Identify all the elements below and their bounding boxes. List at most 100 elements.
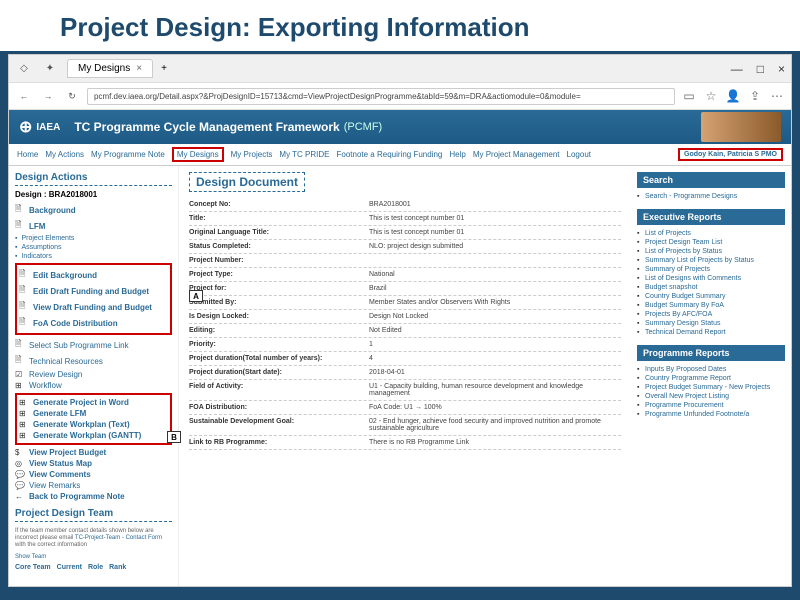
nav-footnote[interactable]: Footnote a Requiring Funding	[337, 150, 443, 159]
team-contact-link[interactable]: TC-Project-Team - Contact Form	[75, 535, 162, 541]
action-workflow[interactable]: ⊞Workflow	[15, 380, 172, 391]
main-nav: Home My Actions My Programme Note My Des…	[9, 144, 791, 166]
user-display: Godoy Kain, Patricia S PMO	[678, 148, 783, 161]
field-value: Not Edited	[369, 327, 621, 334]
action-edit-background[interactable]: 🗎Edit Background	[19, 267, 168, 283]
refresh-icon[interactable]: ↻	[63, 87, 81, 105]
tab-role[interactable]: Role	[88, 564, 103, 571]
action-tech-resources[interactable]: 🗎Technical Resources	[15, 353, 172, 369]
back-icon[interactable]: ←	[15, 87, 33, 105]
nav-help[interactable]: Help	[449, 150, 465, 159]
nav-programme-note[interactable]: My Programme Note	[91, 150, 165, 159]
field-value: Design Not Locked	[369, 313, 621, 320]
report-link[interactable]: Country Programme Report	[637, 374, 785, 383]
report-link[interactable]: Programme Procurement	[637, 401, 785, 410]
report-link[interactable]: List of Projects by Status	[637, 247, 785, 256]
maximize-icon[interactable]: □	[757, 62, 764, 76]
search-head: Search	[637, 172, 785, 188]
sub-assumptions[interactable]: ▪ Assumptions	[15, 243, 172, 252]
field-row: Original Language Title:This is test con…	[189, 226, 621, 240]
field-value: Member States and/or Observers With Righ…	[369, 299, 621, 306]
action-edit-funding[interactable]: 🗎Edit Draft Funding and Budget	[19, 283, 168, 299]
favorite-icon[interactable]: ☆	[703, 89, 719, 103]
action-view-funding[interactable]: 🗎View Draft Funding and Budget	[19, 299, 168, 315]
report-link[interactable]: Programme Unfunded Footnote/a	[637, 410, 785, 419]
action-view-budget[interactable]: $View Project Budget	[15, 447, 172, 458]
action-status-map[interactable]: ◎View Status Map	[15, 458, 172, 469]
report-link[interactable]: Technical Demand Report	[637, 328, 785, 337]
report-link[interactable]: Inputs By Proposed Dates	[637, 365, 785, 374]
report-link[interactable]: Search - Programme Designs	[637, 192, 785, 201]
report-link[interactable]: Project Design Team List	[637, 238, 785, 247]
action-lfm[interactable]: 🗎LFM	[15, 218, 172, 234]
field-value: NLO: project design submitted	[369, 243, 621, 250]
close-window-icon[interactable]: ×	[778, 62, 785, 76]
sub-project-elements[interactable]: ▪ Project Elements	[15, 234, 172, 243]
tab-current[interactable]: Current	[57, 564, 82, 571]
report-link[interactable]: Overall New Project Listing	[637, 392, 785, 401]
search-list: Search - Programme Designs	[637, 192, 785, 201]
field-value: 2018-04-01	[369, 369, 621, 376]
close-icon[interactable]: ×	[136, 63, 142, 74]
prog-reports-head: Programme Reports	[637, 345, 785, 361]
field-label: Editing:	[189, 327, 369, 334]
report-link[interactable]: Summary Design Status	[637, 319, 785, 328]
action-view-remarks[interactable]: 💬View Remarks	[15, 480, 172, 491]
report-link[interactable]: Country Budget Summary	[637, 292, 785, 301]
people-icon[interactable]: 👤	[725, 89, 741, 103]
action-review-design[interactable]: ☑Review Design	[15, 369, 172, 380]
field-row: Link to RB Programme:There is no RB Prog…	[189, 436, 621, 450]
nav-home[interactable]: Home	[17, 150, 38, 159]
show-team-link[interactable]: Show Team	[15, 554, 172, 560]
forward-icon[interactable]: →	[39, 87, 57, 105]
action-view-comments[interactable]: 💬View Comments	[15, 469, 172, 480]
action-sub-programme[interactable]: 🗎Select Sub Programme Link	[15, 337, 172, 353]
report-link[interactable]: List of Designs with Comments	[637, 274, 785, 283]
tab-core-team[interactable]: Core Team	[15, 564, 51, 571]
new-tab-icon[interactable]: ✦	[41, 60, 59, 78]
report-link[interactable]: Projects By AFC/FOA	[637, 310, 785, 319]
report-link[interactable]: Summary of Projects	[637, 265, 785, 274]
report-link[interactable]: Budget snapshot	[637, 283, 785, 292]
minimize-icon[interactable]: —	[731, 62, 743, 76]
action-gen-workplan-gantt[interactable]: ⊞Generate Workplan (GANTT)	[19, 430, 168, 441]
marker-b: B	[167, 431, 181, 443]
highlight-group-a: 🗎Edit Background 🗎Edit Draft Funding and…	[15, 263, 172, 335]
report-link[interactable]: Summary List of Projects by Status	[637, 256, 785, 265]
report-link[interactable]: Project Budget Summary - New Projects	[637, 383, 785, 392]
action-gen-word[interactable]: ⊞Generate Project in Word	[19, 397, 168, 408]
report-link[interactable]: List of Projects	[637, 229, 785, 238]
browser-frame: ◇ ✦ My Designs × + — □ × ← → ↻ pcmf.dev.…	[8, 54, 792, 587]
action-background[interactable]: 🗎Background	[15, 202, 172, 218]
nav-logout[interactable]: Logout	[567, 150, 591, 159]
nav-my-actions[interactable]: My Actions	[45, 150, 84, 159]
action-foa-dist[interactable]: 🗎FoA Code Distribution	[19, 315, 168, 331]
highlight-group-b: ⊞Generate Project in Word ⊞Generate LFM …	[15, 393, 172, 445]
nav-my-projects[interactable]: My Projects	[231, 150, 273, 159]
report-link[interactable]: Budget Summary By FoA	[637, 301, 785, 310]
new-tab-button[interactable]: +	[161, 63, 167, 74]
share-icon[interactable]: ⇪	[747, 89, 763, 103]
design-document-head: Design Document	[189, 172, 305, 192]
browser-tab[interactable]: My Designs ×	[67, 59, 153, 78]
main-content: Design Document Concept No:BRA2018001Tit…	[179, 166, 631, 586]
reader-icon[interactable]: ▭	[681, 89, 697, 103]
field-row: FOA Distribution:FoA Code: U1 → 100%	[189, 401, 621, 415]
nav-tc-pride[interactable]: My TC PRIDE	[279, 150, 329, 159]
field-label: Original Language Title:	[189, 229, 369, 236]
prog-reports-list: Inputs By Proposed DatesCountry Programm…	[637, 365, 785, 419]
field-label: Submitted By:	[189, 299, 369, 306]
nav-project-mgmt[interactable]: My Project Management	[473, 150, 560, 159]
action-back-programme[interactable]: ←Back to Programme Note	[15, 491, 172, 502]
iaea-logo: IAEA	[19, 117, 60, 137]
field-row: Project Type:National	[189, 268, 621, 282]
tab-rank[interactable]: Rank	[109, 564, 126, 571]
action-gen-lfm[interactable]: ⊞Generate LFM	[19, 408, 168, 419]
more-icon[interactable]: ⋯	[769, 89, 785, 103]
nav-my-designs[interactable]: My Designs	[172, 147, 224, 162]
url-input[interactable]: pcmf.dev.iaea.org/Detail.aspx?&ProjDesig…	[87, 88, 675, 105]
field-label: Sustainable Development Goal:	[189, 418, 369, 432]
right-sidebar: Search Search - Programme Designs Execut…	[631, 166, 791, 586]
sub-indicators[interactable]: ▪ Indicators	[15, 252, 172, 261]
action-gen-workplan-text[interactable]: ⊞Generate Workplan (Text)	[19, 419, 168, 430]
